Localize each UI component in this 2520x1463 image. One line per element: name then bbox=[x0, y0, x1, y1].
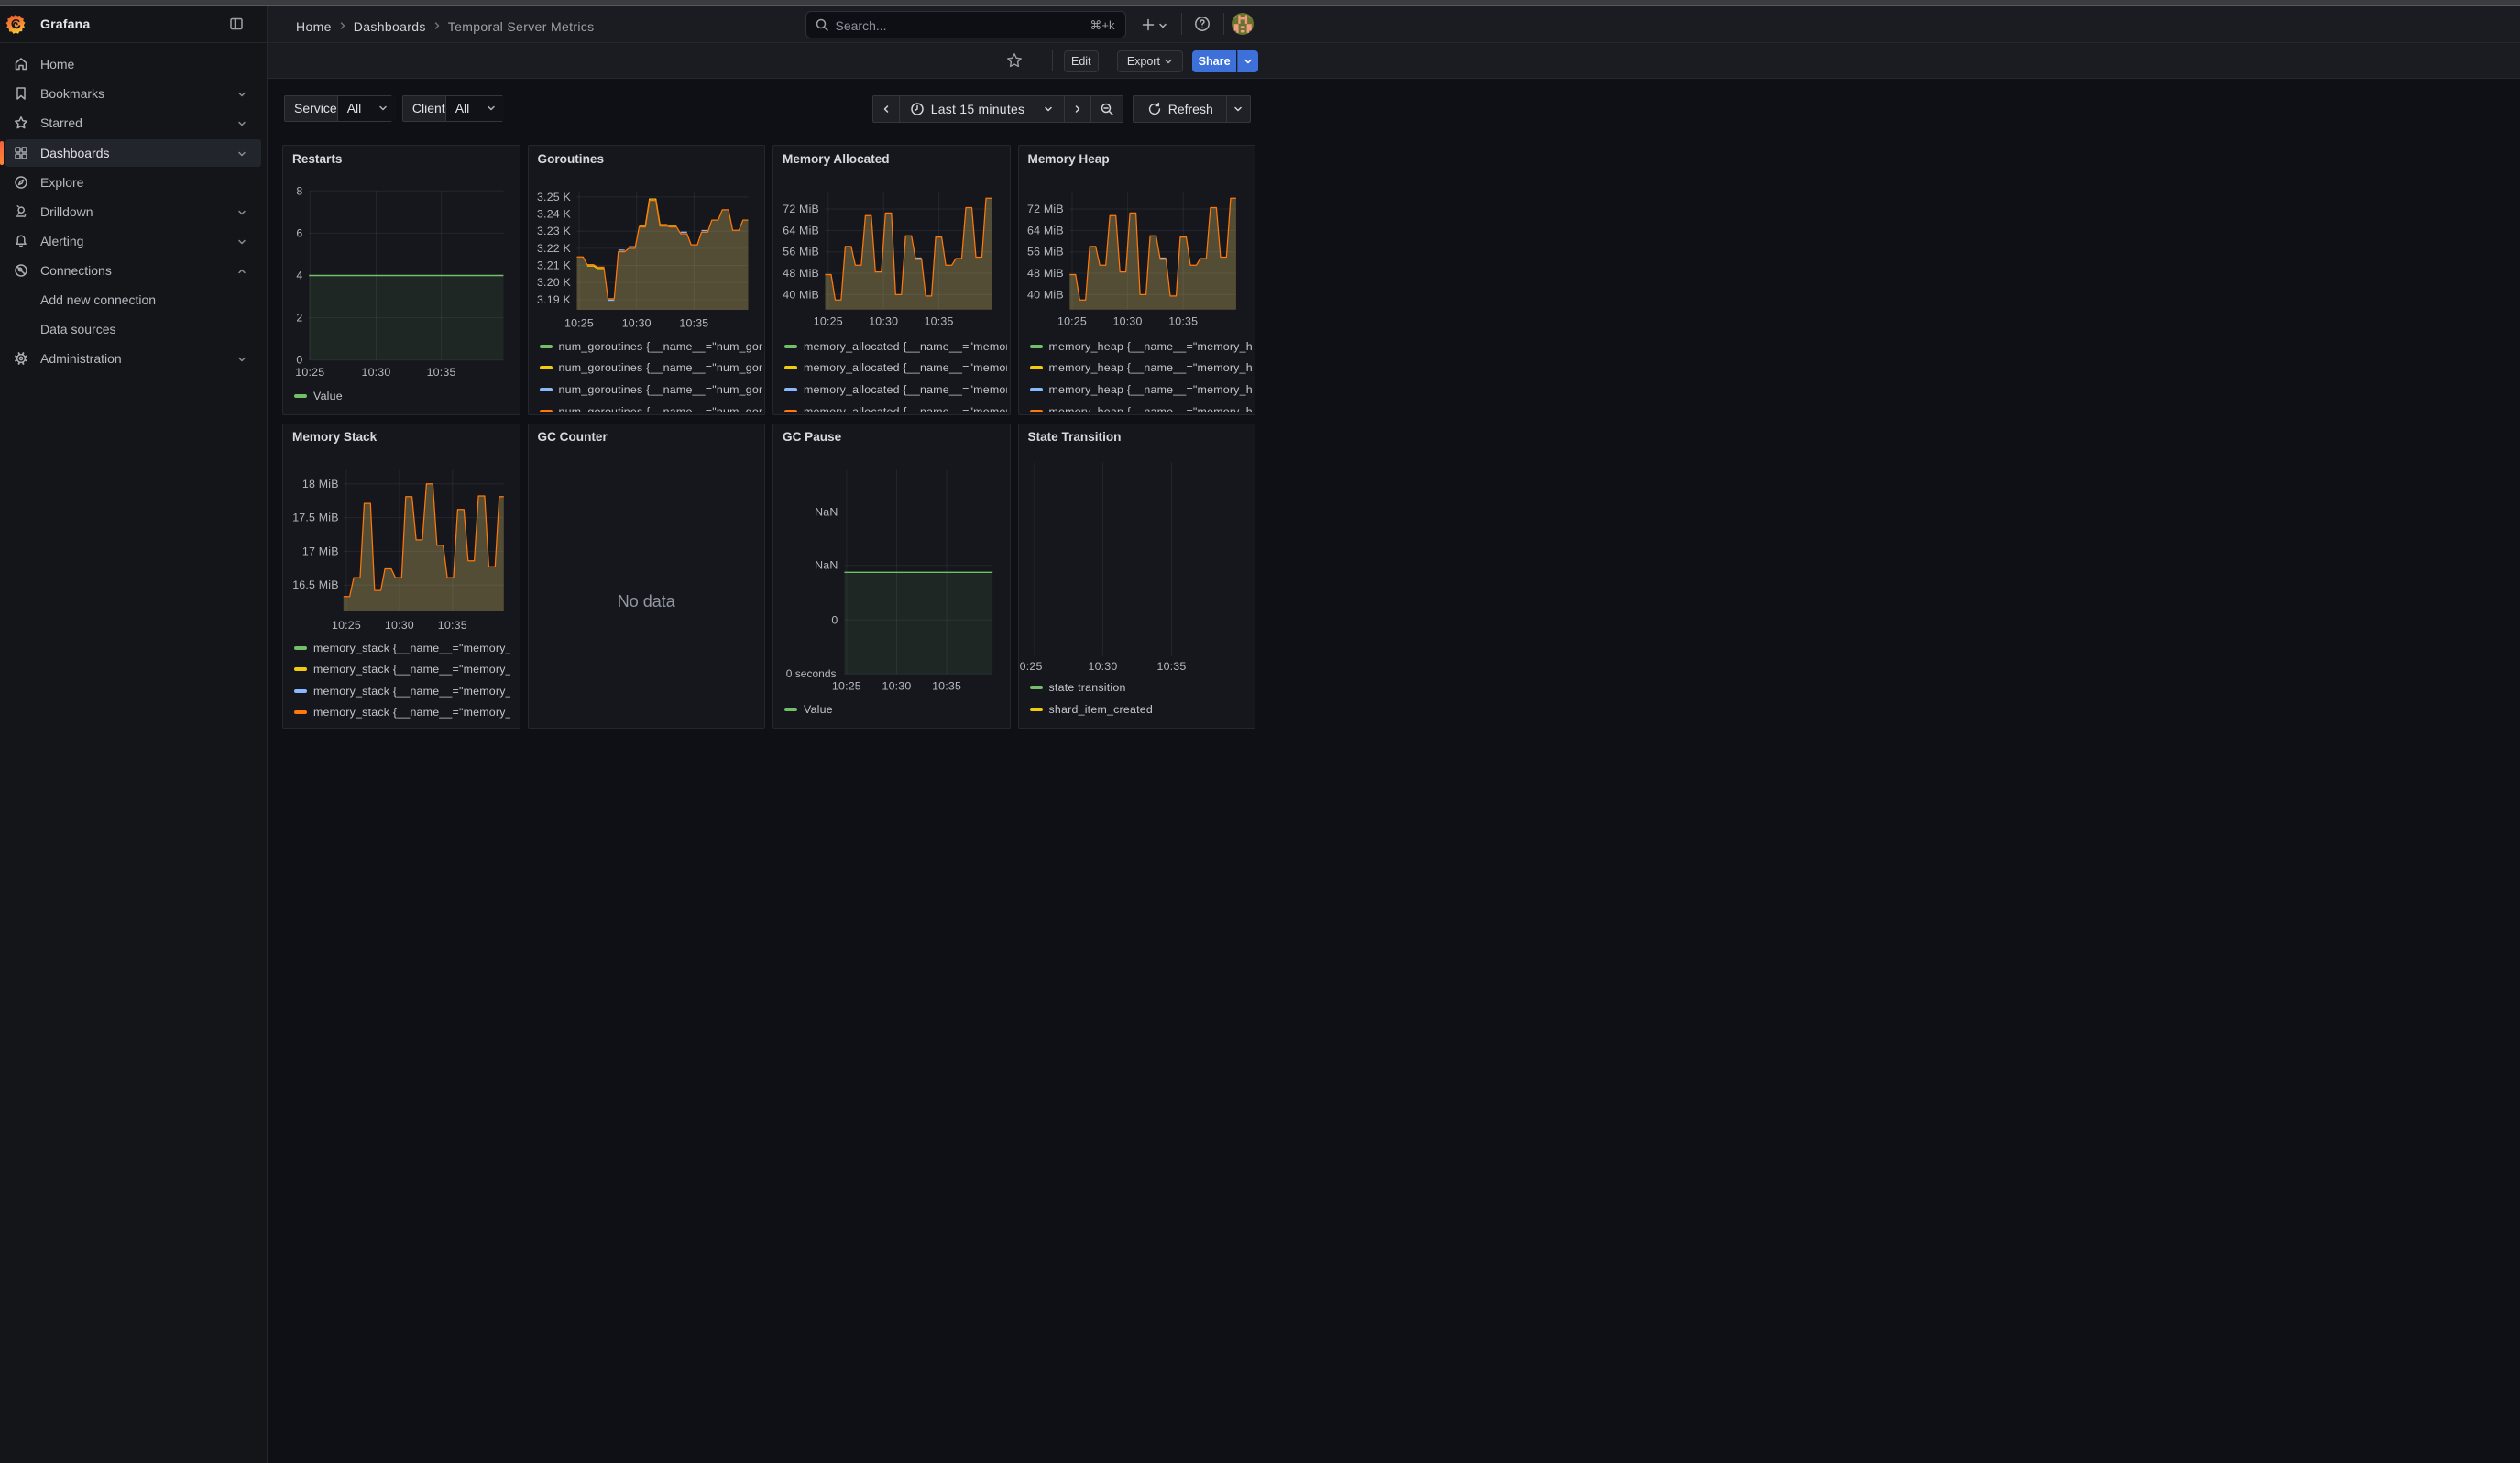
svg-text:10:35: 10:35 bbox=[932, 679, 961, 692]
svg-text:10:30: 10:30 bbox=[882, 679, 911, 692]
svg-text:NaN: NaN bbox=[815, 505, 838, 518]
svg-text:10:35: 10:35 bbox=[438, 619, 467, 632]
svg-text:10:30: 10:30 bbox=[361, 366, 390, 379]
svg-text:10:30: 10:30 bbox=[1088, 660, 1117, 673]
svg-text:10:25: 10:25 bbox=[332, 619, 361, 632]
svg-text:0: 0 bbox=[831, 613, 838, 626]
svg-text:16.5 MiB: 16.5 MiB bbox=[292, 578, 339, 591]
svg-text:0: 0 bbox=[296, 354, 302, 367]
svg-text:6: 6 bbox=[296, 226, 302, 239]
svg-text:2: 2 bbox=[296, 312, 302, 324]
svg-text:10:35: 10:35 bbox=[1156, 660, 1186, 673]
svg-text:18 MiB: 18 MiB bbox=[302, 477, 339, 490]
svg-text:10:25: 10:25 bbox=[295, 366, 324, 379]
svg-text:10:25: 10:25 bbox=[1019, 660, 1043, 673]
svg-text:10:35: 10:35 bbox=[427, 366, 456, 379]
svg-text:4: 4 bbox=[296, 270, 302, 282]
svg-text:17 MiB: 17 MiB bbox=[302, 544, 339, 557]
svg-text:10:25: 10:25 bbox=[832, 679, 861, 692]
svg-text:17.5 MiB: 17.5 MiB bbox=[292, 511, 339, 523]
svg-text:8: 8 bbox=[296, 184, 302, 197]
svg-text:NaN: NaN bbox=[815, 558, 838, 571]
svg-text:10:30: 10:30 bbox=[385, 619, 414, 632]
